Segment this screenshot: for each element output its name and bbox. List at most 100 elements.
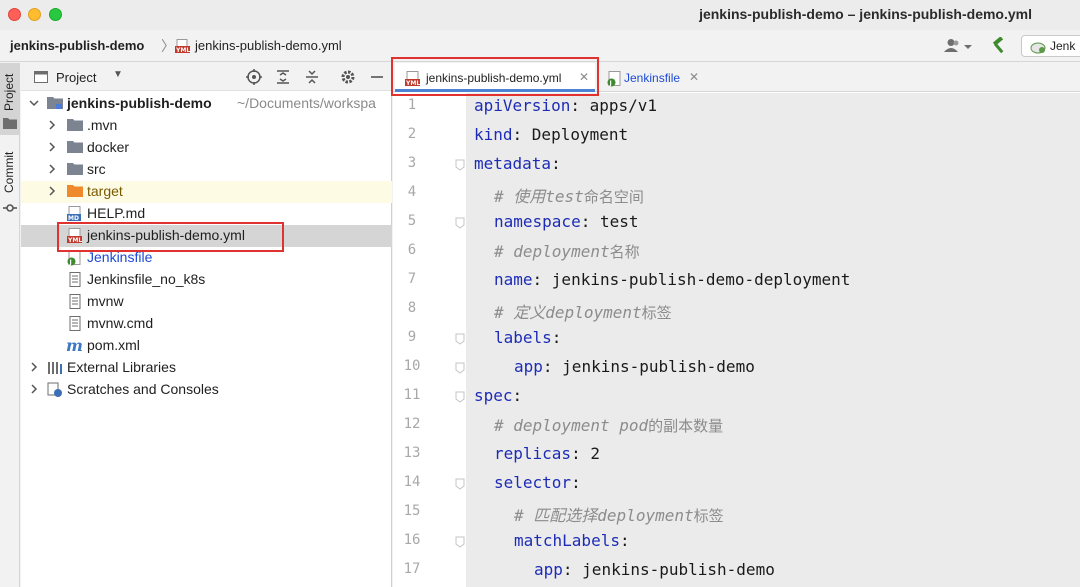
code-line: # 使用test命名空间 bbox=[494, 183, 644, 207]
tree-row-jenkinsfile-no-k8s[interactable]: Jenkinsfile_no_k8s bbox=[21, 269, 392, 291]
fold-marker-icon[interactable] bbox=[455, 478, 465, 490]
comment-suffix: 标签 bbox=[641, 304, 672, 322]
yaml-separator: : bbox=[512, 386, 523, 405]
tab-jenkinsfile[interactable]: J Jenkinsfile ✕ bbox=[597, 63, 707, 92]
tree-row-pom-xml[interactable]: m pom.xml bbox=[21, 335, 392, 357]
scratches-icon bbox=[47, 382, 62, 397]
chevron-right-icon[interactable] bbox=[29, 383, 39, 395]
window-minimize-button[interactable] bbox=[28, 8, 41, 21]
code-line: # deployment pod的副本数量 bbox=[494, 415, 723, 436]
user-dropdown-icon[interactable] bbox=[944, 38, 974, 54]
fold-marker-icon[interactable] bbox=[455, 362, 465, 374]
window-maximize-button[interactable] bbox=[49, 8, 62, 21]
close-icon[interactable]: ✕ bbox=[689, 70, 699, 84]
yaml-value: Deployment bbox=[531, 125, 629, 144]
tree-row-docker[interactable]: docker bbox=[21, 137, 392, 159]
yaml-key: kind bbox=[474, 125, 513, 144]
folder-icon bbox=[67, 119, 83, 131]
expand-all-icon[interactable] bbox=[275, 69, 291, 85]
tree-item-label: docker bbox=[87, 139, 130, 155]
text-file-icon bbox=[69, 316, 81, 331]
svg-text:J: J bbox=[69, 259, 72, 266]
text-file-icon bbox=[69, 272, 81, 287]
jenkins-run-icon bbox=[1030, 42, 1046, 54]
chevron-right-icon[interactable] bbox=[47, 185, 57, 197]
breadcrumb-file[interactable]: jenkins-publish-demo.yml bbox=[195, 38, 342, 53]
fold-marker-icon[interactable] bbox=[455, 333, 465, 345]
fold-marker-icon[interactable] bbox=[455, 391, 465, 403]
commit-strip-label[interactable]: Commit bbox=[2, 152, 16, 193]
tree-row-mvnw-cmd[interactable]: mvnw.cmd bbox=[21, 313, 392, 335]
line-number: 3 bbox=[407, 155, 417, 171]
fold-marker-icon[interactable] bbox=[455, 217, 465, 229]
yaml-key: replicas bbox=[494, 444, 572, 463]
markdown-file-icon: MD bbox=[67, 206, 81, 222]
code-line: matchLabels: bbox=[514, 531, 630, 550]
locate-file-icon[interactable] bbox=[246, 69, 262, 85]
hide-panel-icon[interactable] bbox=[369, 69, 385, 85]
tree-item-label: pom.xml bbox=[87, 337, 140, 353]
project-tool-window-button[interactable]: Project bbox=[0, 63, 20, 135]
breadcrumb-separator-icon: 〉 bbox=[161, 38, 175, 54]
jenkins-file-icon: J bbox=[607, 71, 621, 87]
line-number-gutter: 1 2 3 4 5 6 7 8 9 10 11 12 13 14 15 16 17 bbox=[393, 93, 465, 587]
code-area[interactable]: apiVersion: apps/v1 kind: Deployment metad… bbox=[466, 93, 1080, 587]
line-number: 8 bbox=[407, 300, 417, 316]
comment-prefix: # bbox=[494, 416, 514, 435]
text-file-icon bbox=[69, 294, 81, 309]
comment-text: deployment bbox=[513, 242, 610, 261]
chevron-right-icon[interactable] bbox=[47, 163, 57, 175]
line-number: 12 bbox=[403, 416, 421, 432]
comment-prefix: # 使用 bbox=[494, 187, 546, 206]
gear-icon[interactable] bbox=[340, 69, 356, 85]
yaml-separator: : bbox=[571, 473, 581, 492]
code-line: labels: bbox=[494, 328, 561, 347]
window-close-button[interactable] bbox=[8, 8, 21, 21]
yaml-separator: : bbox=[532, 270, 552, 289]
yaml-value: 2 bbox=[590, 444, 600, 463]
yaml-key: app bbox=[514, 357, 543, 376]
view-mode-dropdown-icon[interactable]: ▼ bbox=[113, 69, 123, 80]
yaml-key: app bbox=[534, 560, 563, 579]
project-panel-title[interactable]: Project bbox=[56, 70, 96, 85]
tree-row-root[interactable]: jenkins-publish-demo ~/Documents/workspa bbox=[21, 93, 392, 115]
yaml-separator: : bbox=[571, 444, 591, 463]
fold-marker-icon[interactable] bbox=[455, 536, 465, 548]
tree-row-scratches[interactable]: Scratches and Consoles bbox=[21, 379, 392, 401]
tree-item-label: Jenkinsfile_no_k8s bbox=[87, 271, 206, 287]
chevron-right-icon[interactable] bbox=[29, 361, 39, 373]
commit-icon[interactable] bbox=[3, 201, 17, 215]
line-number: 4 bbox=[407, 184, 417, 200]
chevron-right-icon[interactable] bbox=[47, 141, 57, 153]
tree-row-target[interactable]: target bbox=[21, 181, 392, 203]
yml-file-icon: YML bbox=[175, 39, 190, 54]
chevron-right-icon[interactable] bbox=[47, 119, 57, 131]
line-number: 2 bbox=[407, 126, 417, 142]
yaml-key: apiVersion bbox=[474, 96, 571, 115]
yaml-separator: : bbox=[570, 96, 590, 115]
comment-text: deployment bbox=[597, 506, 694, 525]
run-configuration-label: Jenk bbox=[1050, 39, 1076, 53]
build-hammer-icon[interactable] bbox=[990, 37, 1008, 55]
tree-item-label: mvnw bbox=[87, 293, 124, 309]
editor: YML jenkins-publish-demo.yml ✕ J Jenkins… bbox=[393, 63, 1080, 587]
breadcrumb-project[interactable]: jenkins-publish-demo bbox=[10, 38, 144, 53]
tree-scratches-label: Scratches and Consoles bbox=[67, 381, 219, 397]
project-view-icon bbox=[34, 71, 48, 83]
comment-prefix: # 定义 bbox=[494, 303, 546, 322]
window-title: jenkins-publish-demo – jenkins-publish-d… bbox=[699, 6, 1032, 22]
code-line: replicas: 2 bbox=[494, 444, 600, 463]
fold-marker-icon[interactable] bbox=[455, 159, 465, 171]
code-line: # 定义deployment标签 bbox=[494, 299, 672, 323]
collapse-all-icon[interactable] bbox=[304, 69, 320, 85]
tree-row-mvn[interactable]: .mvn bbox=[21, 115, 392, 137]
chevron-down-icon[interactable] bbox=[29, 97, 39, 109]
yaml-value: jenkins-publish-demo-deployment bbox=[551, 270, 851, 289]
code-line: namespace: test bbox=[494, 212, 639, 231]
run-configuration-selector[interactable]: Jenk bbox=[1021, 35, 1080, 57]
yaml-key: metadata bbox=[474, 154, 552, 173]
tree-row-external-libraries[interactable]: External Libraries bbox=[21, 357, 392, 379]
tree-row-mvnw[interactable]: mvnw bbox=[21, 291, 392, 313]
yaml-separator: : bbox=[551, 154, 561, 173]
tree-row-src[interactable]: src bbox=[21, 159, 392, 181]
